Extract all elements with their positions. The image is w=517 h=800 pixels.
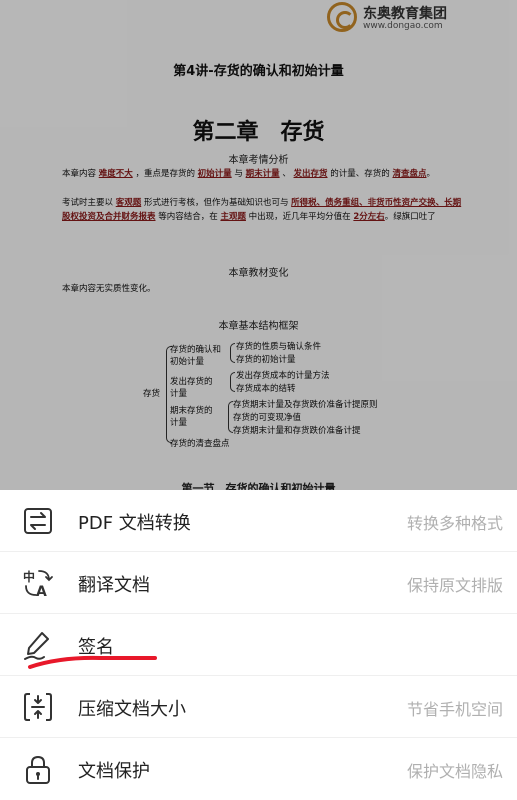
menu-item-desc: 保持原文排版 (406, 576, 503, 595)
menu-item-label: 文档保护 (78, 761, 150, 782)
menu-item-desc: 保护文档隐私 (406, 762, 503, 781)
menu-item-signature[interactable]: 签名 (0, 614, 517, 676)
menu-item-pdf-convert[interactable]: PDF 文档转换 转换多种格式 (0, 490, 517, 552)
compress-icon (24, 693, 52, 721)
document-preview: 东奥教育集团 www.dongao.com 第4讲-存货的确认和初始计量 第二章… (0, 0, 517, 490)
menu-item-protect[interactable]: 文档保护 保护文档隐私 (0, 738, 517, 800)
menu-item-label: PDF 文档转换 (78, 513, 191, 534)
signature-icon (24, 632, 49, 660)
menu-item-desc: 节省手机空间 (406, 700, 503, 719)
menu-item-label: 签名 (78, 637, 114, 658)
svg-text:A: A (36, 584, 47, 599)
menu-item-translate[interactable]: 中 A 翻译文档 保持原文排版 (0, 552, 517, 614)
menu-item-desc: 转换多种格式 (406, 514, 503, 533)
translate-icon: 中 A (23, 569, 53, 599)
menu-item-compress[interactable]: 压缩文档大小 节省手机空间 (0, 676, 517, 738)
action-sheet: PDF 文档转换 转换多种格式 中 A 翻译文档 保持原文排版 签名 压缩文档大… (0, 490, 517, 796)
lock-icon (26, 755, 50, 784)
svg-text:中: 中 (23, 569, 35, 584)
modal-overlay[interactable] (0, 0, 517, 490)
menu-item-label: 压缩文档大小 (78, 699, 186, 720)
menu-item-label: 翻译文档 (78, 575, 150, 596)
convert-icon (24, 508, 52, 534)
